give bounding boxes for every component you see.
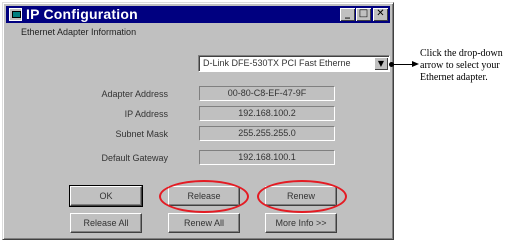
renew-button[interactable]: Renew	[265, 186, 337, 206]
chevron-down-icon: ▼	[377, 59, 385, 68]
more-info-button[interactable]: More Info >>	[265, 213, 337, 233]
field-label-subnet-mask: Subnet Mask	[115, 129, 168, 139]
maximize-button[interactable]: □	[356, 8, 371, 21]
callout-arrow-line	[392, 64, 414, 65]
ip-configuration-window: IP Configuration _ □ ✕ Ethernet Adapter …	[2, 2, 394, 240]
default-gateway-field: 192.168.100.1	[199, 150, 335, 165]
field-label-default-gateway: Default Gateway	[101, 153, 168, 163]
group-label: Ethernet Adapter Information	[21, 27, 137, 37]
adapter-dropdown-value: D-Link DFE-530TX PCI Fast Etherne	[203, 58, 351, 68]
callout-text: Click the drop-down arrow to select your…	[420, 48, 503, 83]
callout-arrow-head	[412, 61, 419, 67]
field-label-adapter-address: Adapter Address	[101, 89, 168, 99]
title-bar[interactable]: IP Configuration _ □ ✕	[6, 6, 390, 23]
renew-all-button[interactable]: Renew All	[168, 213, 240, 233]
close-button[interactable]: ✕	[373, 8, 388, 21]
ip-address-field: 192.168.100.2	[199, 106, 335, 121]
minimize-icon: _	[345, 8, 350, 19]
release-button[interactable]: Release	[168, 186, 240, 206]
ok-button[interactable]: OK	[69, 185, 143, 207]
release-all-button[interactable]: Release All	[70, 213, 142, 233]
adapter-dropdown[interactable]: D-Link DFE-530TX PCI Fast Etherne ▼	[198, 55, 390, 72]
network-icon	[9, 8, 22, 21]
adapter-address-field: 00-80-C8-EF-47-9F	[199, 86, 335, 101]
subnet-mask-field: 255.255.255.0	[199, 126, 335, 141]
close-icon: ✕	[376, 8, 385, 19]
minimize-button[interactable]: _	[340, 8, 355, 21]
field-label-ip-address: IP Address	[124, 109, 168, 119]
window-title: IP Configuration	[26, 6, 138, 22]
maximize-icon: □	[358, 8, 369, 19]
dropdown-arrow-button[interactable]: ▼	[374, 57, 388, 70]
